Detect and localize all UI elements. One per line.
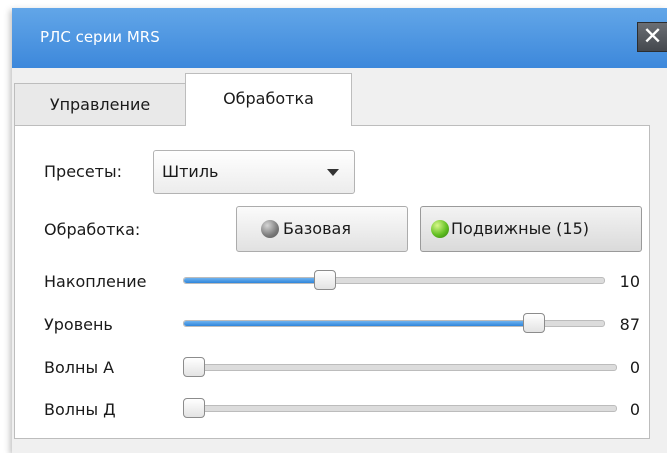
waves-a-slider[interactable] [183, 357, 617, 377]
presets-dropdown[interactable]: Штиль [153, 150, 355, 194]
window-title: РЛС серии MRS [40, 28, 160, 46]
level-slider-fill [184, 321, 536, 326]
mobile-mode-label: Подвижные (15) [451, 219, 589, 238]
level-slider-handle[interactable] [523, 313, 546, 333]
accumulation-value: 10 [619, 272, 640, 291]
tab-processing[interactable]: Обработка [185, 73, 352, 126]
slider-label-waves-a: Волны А [44, 358, 115, 377]
mobile-mode-button[interactable]: Подвижные (15) [420, 206, 642, 252]
base-mode-label: Базовая [283, 219, 351, 238]
slider-label-level: Уровень [44, 315, 113, 334]
gray-led-icon [261, 220, 279, 238]
level-slider[interactable] [183, 313, 605, 333]
chevron-down-icon [327, 169, 339, 176]
close-icon: ✕ [642, 22, 663, 50]
green-led-icon [431, 220, 449, 238]
tab-control[interactable]: Управление [14, 83, 186, 126]
tab-control-label: Управление [49, 95, 151, 114]
slider-label-accumulation: Накопление [44, 272, 147, 291]
presets-label: Пресеты: [44, 162, 123, 181]
waves-d-slider[interactable] [183, 398, 617, 418]
slider-label-waves-d: Волны Д [44, 400, 116, 419]
waves-a-slider-handle[interactable] [183, 357, 205, 377]
accumulation-slider[interactable] [183, 270, 605, 290]
accumulation-slider-fill [184, 278, 327, 283]
title-bar[interactable]: РЛС серии MRS ✕ [12, 8, 667, 68]
waves-a-value: 0 [629, 358, 640, 377]
waves-d-slider-handle[interactable] [183, 398, 205, 418]
tab-processing-label: Обработка [223, 89, 314, 108]
close-button[interactable]: ✕ [637, 22, 667, 52]
waves-d-value: 0 [629, 400, 640, 419]
processing-label: Обработка: [44, 220, 141, 239]
base-mode-button[interactable]: Базовая [236, 206, 408, 252]
presets-selected-value: Штиль [162, 162, 219, 181]
accumulation-slider-handle[interactable] [314, 270, 337, 290]
level-value: 87 [619, 315, 640, 334]
